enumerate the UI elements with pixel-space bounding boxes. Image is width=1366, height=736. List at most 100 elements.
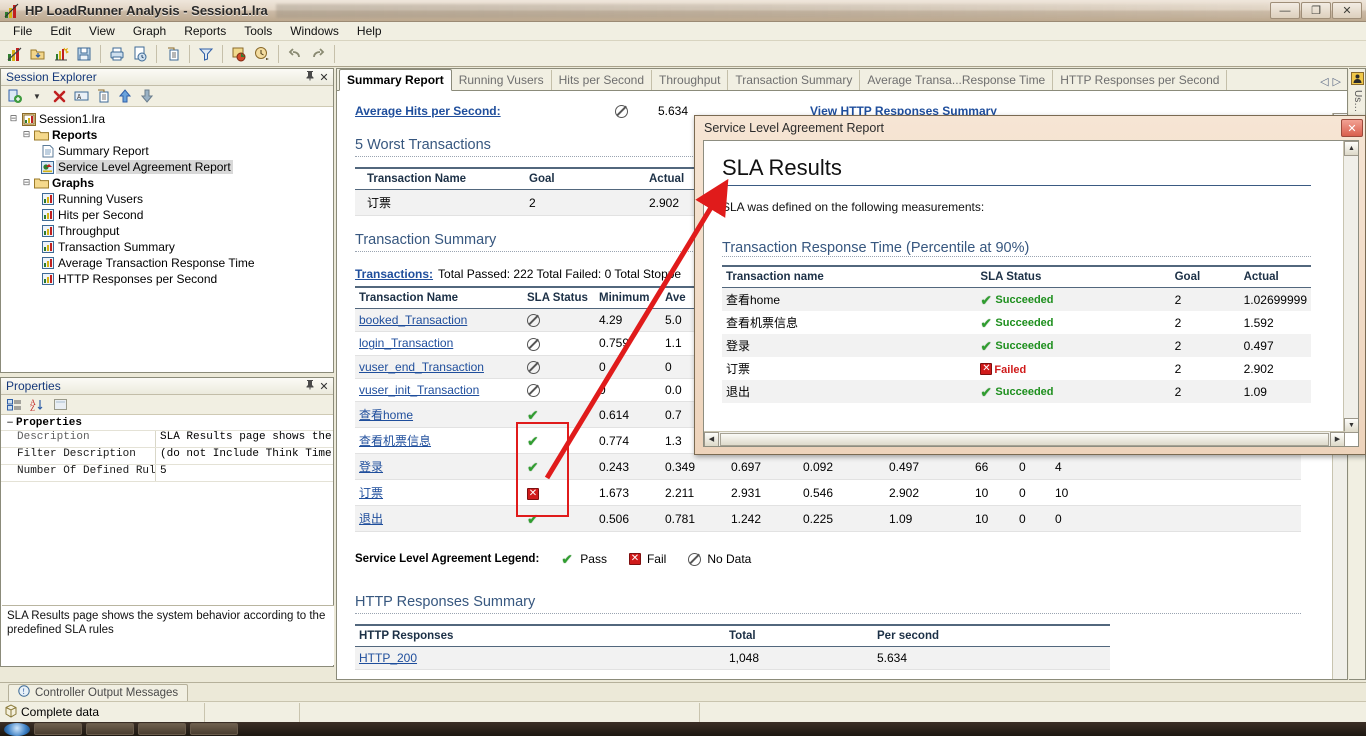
pin-icon[interactable]: [303, 379, 317, 393]
pin-icon[interactable]: [303, 70, 317, 84]
sidebar-item-avg-transaction-response-time[interactable]: Average Transaction Response Time: [7, 255, 333, 271]
print-preview-icon[interactable]: [129, 43, 151, 65]
cell-http-code[interactable]: HTTP_200: [355, 646, 725, 671]
open-session-icon[interactable]: [27, 43, 49, 65]
undo-icon[interactable]: [284, 43, 306, 65]
delete-item-icon[interactable]: [49, 87, 69, 105]
set-granularity-icon[interactable]: [251, 43, 273, 65]
transaction-link[interactable]: booked_Transaction: [359, 313, 467, 327]
cell-transaction-name[interactable]: vuser_end_Transaction: [355, 355, 523, 379]
transaction-link[interactable]: vuser_init_Transaction: [359, 383, 479, 397]
tab-controller-output-messages[interactable]: ! Controller Output Messages: [8, 683, 189, 701]
taskbar-item-1[interactable]: [34, 723, 82, 735]
move-up-icon[interactable]: [115, 87, 135, 105]
categorized-view-icon[interactable]: [4, 396, 24, 413]
transaction-link[interactable]: 订票: [359, 486, 383, 500]
menu-tools[interactable]: Tools: [235, 22, 281, 40]
menu-windows[interactable]: Windows: [281, 22, 348, 40]
scroll-left-icon[interactable]: ◀: [704, 431, 719, 446]
sla-window-title-bar[interactable]: Service Level Agreement Report: [695, 116, 1365, 140]
transaction-link[interactable]: 登录: [359, 460, 383, 474]
menu-reports[interactable]: Reports: [175, 22, 235, 40]
tab-http-responses-per-second[interactable]: HTTP Responses per Second: [1053, 70, 1228, 90]
menu-help[interactable]: Help: [348, 22, 391, 40]
property-value[interactable]: (do not Include Think Time): [156, 448, 333, 464]
cell-transaction-name[interactable]: vuser_init_Transaction: [355, 378, 523, 403]
tab-running-vusers[interactable]: Running Vusers: [451, 70, 552, 90]
sidebar-item-running-vusers[interactable]: Running Vusers: [7, 191, 333, 207]
expander-icon[interactable]: ⊟: [20, 178, 33, 188]
properties-category-row[interactable]: − Properties: [1, 415, 333, 431]
cell-transaction-name[interactable]: 订票: [355, 479, 523, 507]
tree-group-graphs[interactable]: ⊟ Graphs: [7, 175, 333, 191]
tab-transaction-summary[interactable]: Transaction Summary: [728, 70, 861, 90]
property-row-number-of-defined-rules[interactable]: Number Of Defined Rules 5: [1, 465, 333, 482]
duplicate-item-icon[interactable]: [93, 87, 113, 105]
print-icon[interactable]: [106, 43, 128, 65]
menu-view[interactable]: View: [80, 22, 124, 40]
tab-summary-report[interactable]: Summary Report: [339, 69, 452, 91]
sla-vertical-scrollbar[interactable]: ▲ ▼: [1343, 141, 1358, 433]
cell-transaction-name[interactable]: 退出: [355, 505, 523, 533]
scroll-down-icon[interactable]: ▼: [1344, 418, 1358, 433]
transactions-link[interactable]: Transactions:: [355, 267, 433, 281]
transaction-link[interactable]: vuser_end_Transaction: [359, 360, 484, 374]
cell-transaction-name[interactable]: login_Transaction: [355, 331, 523, 356]
user-settings-icon[interactable]: [1351, 72, 1364, 88]
transaction-link[interactable]: 退出: [359, 512, 383, 526]
redo-icon[interactable]: [307, 43, 329, 65]
expander-icon[interactable]: ⊟: [20, 130, 33, 140]
tab-scroll-left-icon[interactable]: ◁: [1320, 75, 1328, 88]
tab-average-transaction-response-time[interactable]: Average Transa...Response Time: [860, 70, 1054, 90]
sidebar-item-hits-per-second[interactable]: Hits per Second: [7, 207, 333, 223]
sidebar-item-transaction-summary[interactable]: Transaction Summary: [7, 239, 333, 255]
taskbar-item-4[interactable]: [190, 723, 238, 735]
property-value[interactable]: SLA Results page shows the s…: [156, 431, 333, 447]
copy-icon[interactable]: [162, 43, 184, 65]
tab-scroll-right-icon[interactable]: ▷: [1333, 75, 1341, 88]
alphabetical-sort-icon[interactable]: AZ: [27, 396, 47, 413]
set-filter-icon[interactable]: [195, 43, 217, 65]
move-down-icon[interactable]: [137, 87, 157, 105]
close-icon[interactable]: ✕: [317, 71, 331, 84]
taskbar-item-3[interactable]: [138, 723, 186, 735]
user-settings-tab[interactable]: Us…: [1350, 72, 1365, 112]
dropdown-arrow-icon[interactable]: ▼: [27, 87, 47, 105]
property-row-filter-description[interactable]: Filter Description (do not Include Think…: [1, 448, 333, 465]
average-hits-label[interactable]: Average Hits per Second:: [355, 104, 615, 118]
rename-item-icon[interactable]: A: [71, 87, 91, 105]
new-graph-icon[interactable]: [50, 43, 72, 65]
cell-transaction-name[interactable]: 查看机票信息: [355, 427, 523, 455]
cell-transaction-name[interactable]: booked_Transaction: [355, 308, 523, 333]
http-200-link[interactable]: HTTP_200: [359, 651, 417, 665]
sidebar-item-sla-report[interactable]: Service Level Agreement Report: [7, 159, 333, 175]
sla-window-close-button[interactable]: ✕: [1341, 119, 1363, 137]
tree-node-session-root[interactable]: ⊟ Session1.lra: [7, 111, 333, 127]
start-button[interactable]: [4, 722, 30, 736]
property-row-description[interactable]: Description SLA Results page shows the s…: [1, 431, 333, 448]
expander-icon[interactable]: ⊟: [7, 114, 20, 124]
sidebar-item-summary-report[interactable]: Summary Report: [7, 143, 333, 159]
property-pages-icon[interactable]: [50, 396, 70, 413]
tab-hits-per-second[interactable]: Hits per Second: [551, 70, 653, 90]
transaction-link[interactable]: login_Transaction: [359, 336, 453, 350]
tab-throughput[interactable]: Throughput: [652, 70, 729, 90]
sidebar-item-throughput[interactable]: Throughput: [7, 223, 333, 239]
sidebar-item-http-responses-per-second[interactable]: HTTP Responses per Second: [7, 271, 333, 287]
scroll-up-icon[interactable]: ▲: [1344, 141, 1358, 156]
new-analysis-session-icon[interactable]: [4, 43, 26, 65]
close-icon[interactable]: ✕: [317, 380, 331, 393]
close-button[interactable]: ✕: [1332, 2, 1362, 19]
merge-graphs-icon[interactable]: [228, 43, 250, 65]
menu-graph[interactable]: Graph: [124, 22, 175, 40]
menu-edit[interactable]: Edit: [41, 22, 80, 40]
cell-transaction-name[interactable]: 查看home: [355, 401, 523, 429]
add-new-item-icon[interactable]: [5, 87, 25, 105]
save-icon[interactable]: [73, 43, 95, 65]
minimize-button[interactable]: —: [1270, 2, 1300, 19]
menu-file[interactable]: File: [4, 22, 41, 40]
tree-group-reports[interactable]: ⊟ Reports: [7, 127, 333, 143]
transaction-link[interactable]: 查看home: [359, 408, 413, 422]
scroll-thumb[interactable]: [720, 432, 1329, 446]
expander-icon[interactable]: −: [4, 418, 16, 428]
